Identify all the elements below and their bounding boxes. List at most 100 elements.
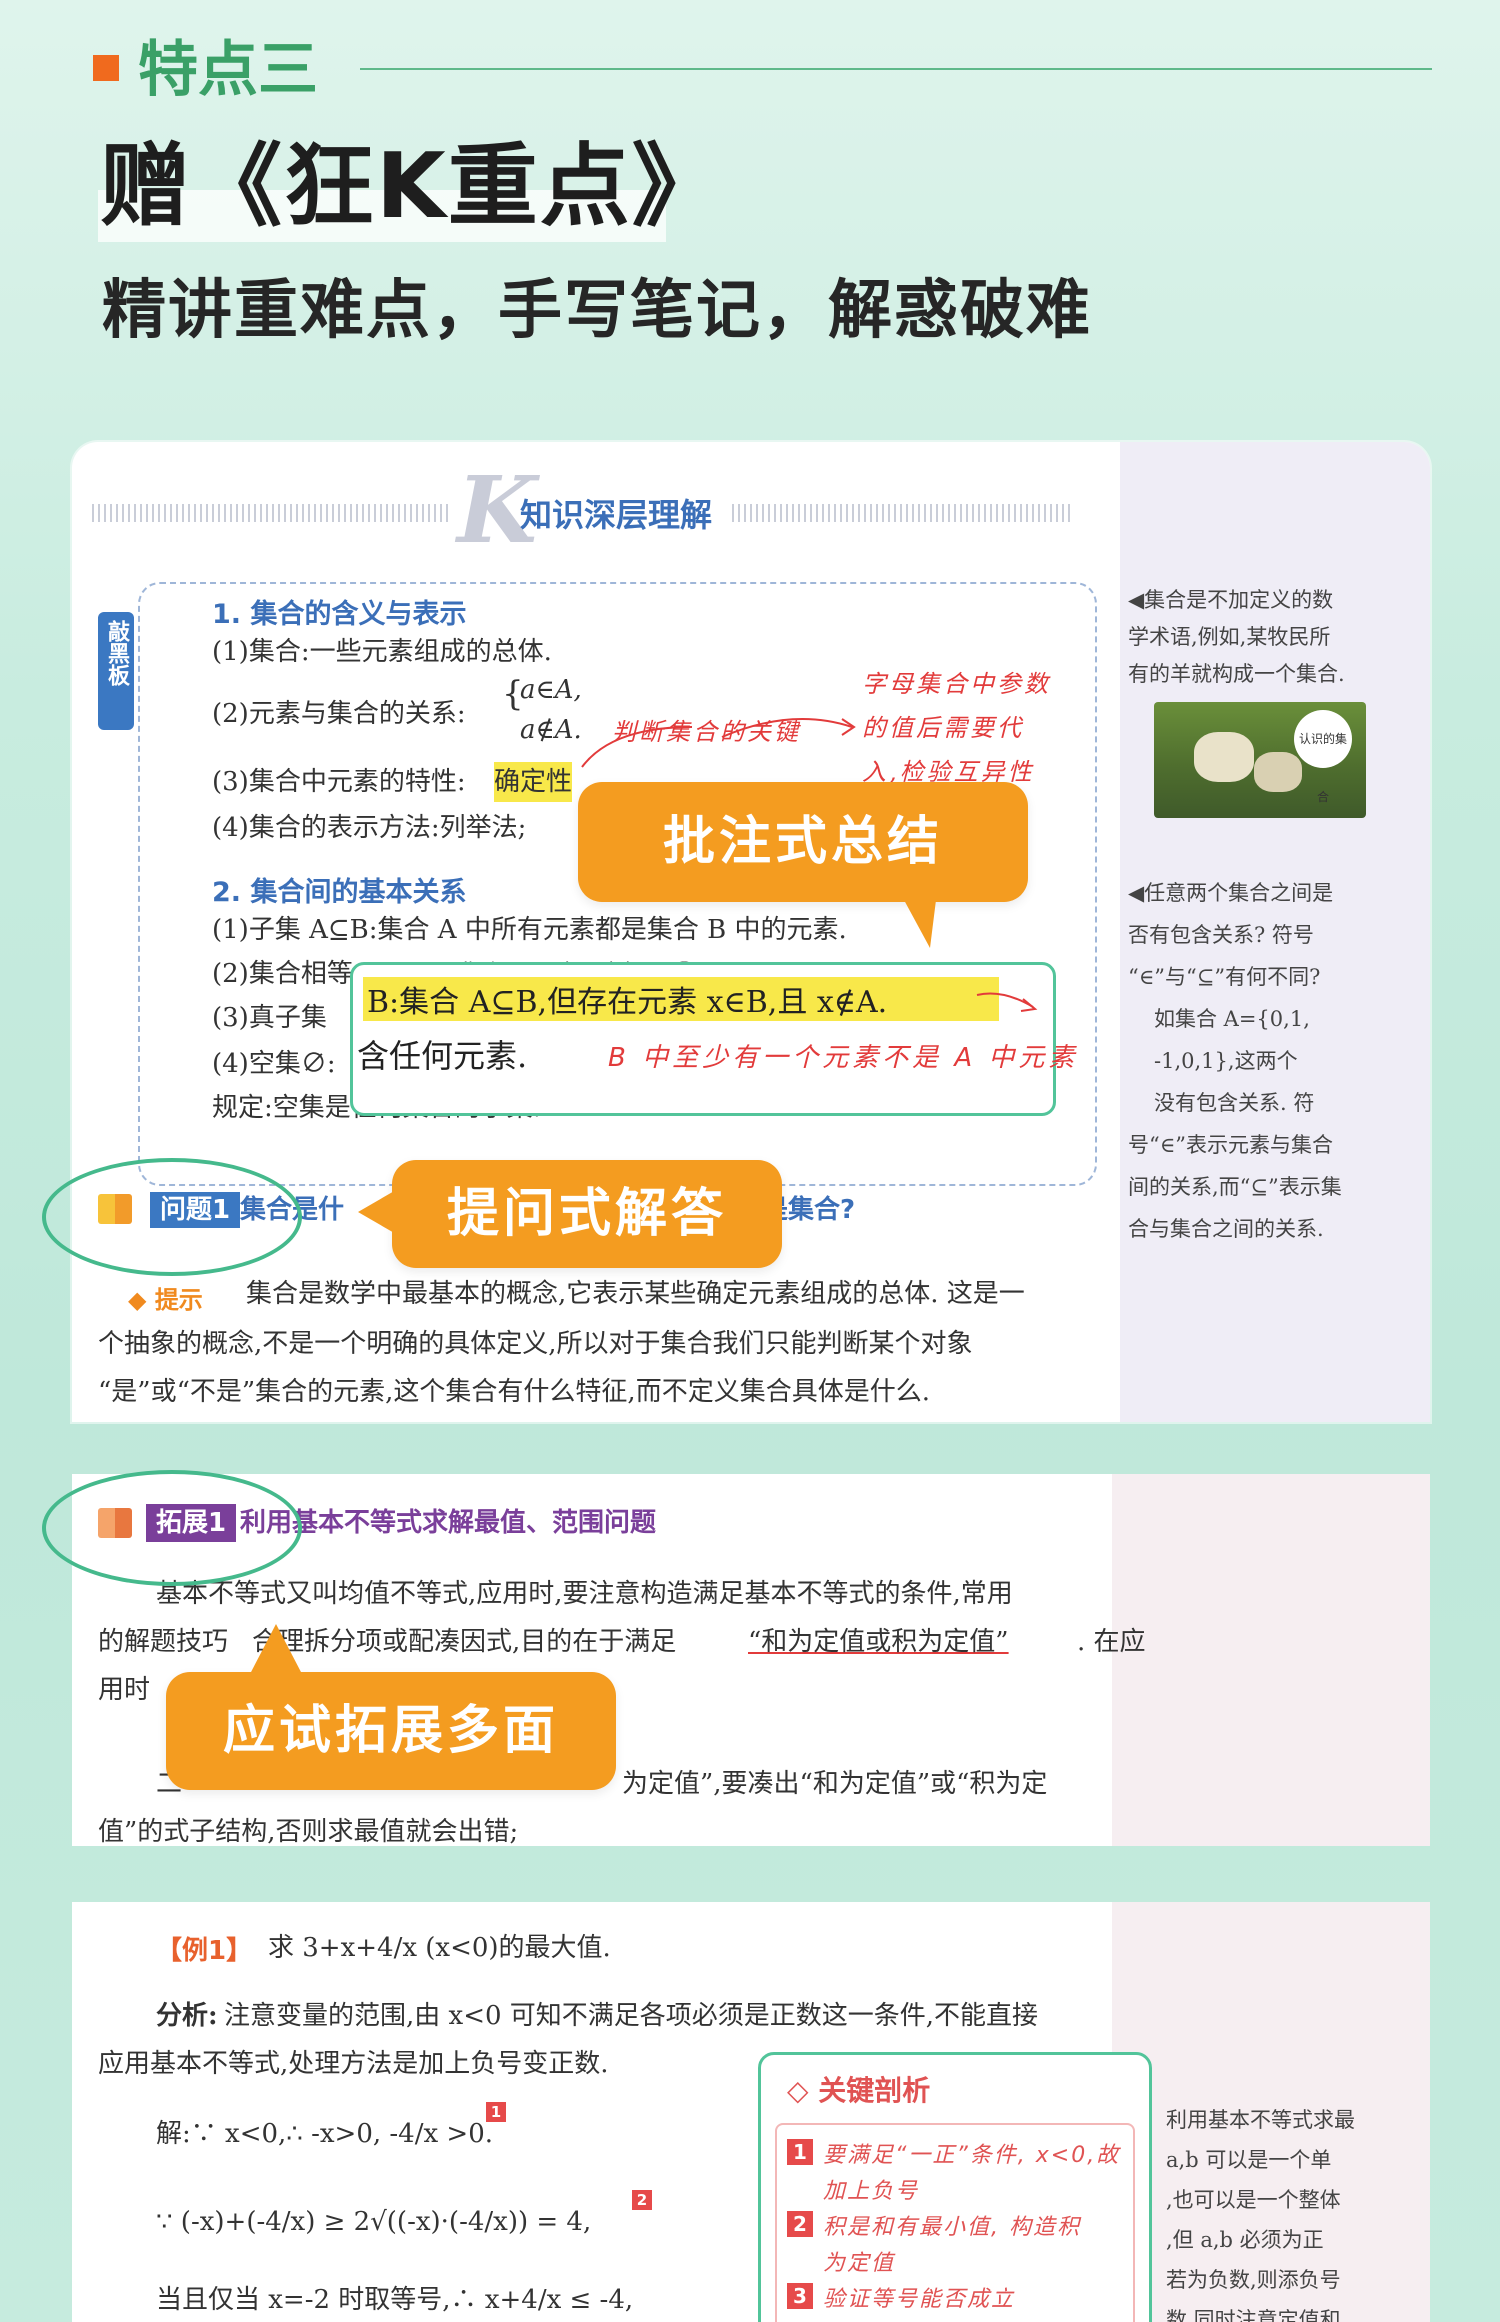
sidebar-line: 有的羊就构成一个集合.: [1128, 662, 1345, 686]
feature-marker: [93, 55, 119, 81]
step-badge: 3: [787, 2283, 813, 2309]
page-subtitle: 精讲重难点，手写笔记，解惑破难: [102, 274, 1092, 348]
sidebar-line: 否有包含关系? 符号: [1128, 923, 1314, 947]
sidebar-line: ,也可以是一个整体: [1166, 2188, 1341, 2212]
key-analysis-title: ◇ 关键剖析: [787, 2069, 930, 2109]
subsection-heading: 2. 集合间的基本关系: [212, 877, 467, 908]
bubble-tail: [250, 1624, 302, 1674]
text-line: (4)空集∅:: [212, 1049, 336, 1079]
callout-bubble-extension: 应试拓展多面: [166, 1672, 616, 1790]
text-line: (3)集合中元素的特性:: [212, 767, 466, 797]
sidebar-line: 间的关系,而“⊆”表示集: [1128, 1175, 1342, 1199]
callout-bubble-qa: 提问式解答: [392, 1160, 782, 1268]
hint-line: 集合是数学中最基本的概念,它表示某些确定元素组成的总体. 这是一: [246, 1279, 1025, 1309]
dotted-rule: [92, 504, 452, 522]
step-badge: 1: [787, 2139, 813, 2165]
text-line: . 在应: [1077, 1627, 1146, 1657]
sidebar-line: 学术语,例如,某牧民所: [1128, 625, 1331, 649]
sidebar-line: 若为负数,则添负号: [1166, 2268, 1341, 2292]
analysis-label: 分析:: [156, 2001, 218, 2031]
blackboard-tab-label: 敲黑板: [104, 620, 129, 686]
arrow-icon: [581, 718, 856, 768]
zoom-callout: B:集合 A⊆B,但存在元素 x∈B,且 x∉A. 含任何元素. B 中至少有一…: [350, 962, 1074, 1116]
sidebar-line: 没有包含关系. 符: [1154, 1091, 1315, 1115]
underlined-text: “和为定值或积为定值”: [748, 1627, 1009, 1657]
callout-line: B:集合 A⊆B,但存在元素 x∈B,且 x∉A.: [367, 985, 888, 1020]
handwritten-note: 的值后需要代: [862, 714, 1024, 742]
sheep-shape: [1194, 732, 1254, 782]
bubble-tail: [358, 1190, 396, 1234]
text-line: 值”的式子结构,否则求最值就会出错;: [98, 1817, 519, 1846]
tag-icon: ◇: [787, 2074, 809, 2107]
step-badge: 2: [632, 2190, 652, 2210]
page-title: 赠《狂K重点》: [100, 134, 724, 239]
text-line: (1)子集 A⊆B:集合 A 中所有元素都是集合 B 中的元素.: [212, 915, 847, 945]
hint-label-text: 提示: [154, 1286, 203, 1314]
text-line: (1)集合:一些元素组成的总体.: [212, 637, 552, 667]
sidebar-line: ,但 a,b 必须为正: [1166, 2228, 1324, 2252]
solution-line: 当且仅当 x=-2 时取等号,∴ x+4/x ≤ -4,: [156, 2285, 634, 2315]
key-item: 验证等号能否成立: [823, 2287, 1016, 2312]
page-sidebar: [1112, 1474, 1430, 1846]
dotted-rule: [732, 504, 1072, 522]
solution-line: ∵ (-x)+(-4/x) ≥ 2√((-x)·(-4/x)) = 4,: [156, 2207, 592, 2237]
sidebar-line: 合与集合之间的关系.: [1128, 1217, 1324, 1241]
highlight-oval: [42, 1158, 302, 1276]
sheep-shape: [1254, 752, 1302, 792]
header-rule: [360, 68, 1432, 70]
book-page-1: K 知识深层理解 敲黑板 1. 集合的含义与表示 (1)集合:一些元素组成的总体…: [72, 442, 1430, 1422]
highlight-text: 确定性: [494, 762, 573, 802]
text-line: (2)元素与集合的关系:: [212, 699, 466, 729]
sidebar-line: 如集合 A={0,1,: [1154, 1007, 1310, 1031]
key-item: 加上负号: [823, 2179, 920, 2204]
sidebar-note-1: ◀集合是不加定义的数 学术语,例如,某牧民所 有的羊就构成一个集合.: [1128, 582, 1345, 693]
callout-line: 含任何元素.: [357, 1037, 528, 1075]
book-page-3: 【例1】 求 3+x+4/x (x<0)的最大值. 分析: 注意变量的范围,由 …: [72, 1902, 1430, 2322]
handwritten-note: B 中至少有一个元素不是 A 中元素: [608, 1043, 1079, 1073]
hint-label: ◆ 提示: [128, 1286, 203, 1314]
sidebar-line: 利用基本不等式求最: [1166, 2108, 1355, 2132]
sidebar-line: 数,同时注意定值和: [1166, 2308, 1341, 2322]
text-line: (4)集合的表示方法:列举法;: [212, 813, 527, 843]
sidebar-note-3: 利用基本不等式求最 a,b 可以是一个单 ,也可以是一个整体 ,但 a,b 必须…: [1166, 2100, 1355, 2322]
text-line: 为定值”,要凑出“和为定值”或“积为定: [622, 1769, 1048, 1799]
sidebar-line: “∈”与“⊆”有何不同?: [1128, 965, 1321, 989]
step-badge: 2: [787, 2211, 813, 2237]
solution-line: 解:∵ x<0,∴ -x>0, -4/x >0.: [156, 2119, 493, 2149]
sidebar-note-2: ◀任意两个集合之间是 否有包含关系? 符号 “∈”与“⊆”有何不同? 如集合 A…: [1128, 872, 1342, 1250]
key-analysis-title-text: 关键剖析: [818, 2074, 931, 2107]
feature-label: 特点三: [138, 35, 318, 105]
handwritten-note: 字母集合中参数: [862, 670, 1051, 698]
example-label: 【例1】: [156, 1936, 253, 1966]
sidebar-line: a,b 可以是一个单: [1166, 2148, 1332, 2172]
key-item: 要满足“一正”条件, x<0,故: [823, 2143, 1121, 2168]
text-line: (2)集合相等: [212, 959, 353, 989]
bubble-tail: [904, 900, 936, 948]
sidebar-line: -1,0,1},这两个: [1154, 1049, 1298, 1073]
section-heading: 知识深层理解: [520, 496, 713, 534]
key-item: 为定值: [823, 2251, 896, 2276]
key-item: 积是和有最小值, 构造积: [823, 2215, 1081, 2240]
sidebar-line: ◀集合是不加定义的数: [1128, 588, 1334, 612]
extension-title: 利用基本不等式求解最值、范围问题: [240, 1508, 657, 1538]
text-line: (3)真子集: [212, 1003, 327, 1033]
key-analysis-box: ◇ 关键剖析 1 要满足“一正”条件, x<0,故 加上负号 2 积是和有最小值…: [758, 2052, 1152, 2322]
blackboard-tab: 敲黑板: [98, 612, 134, 730]
text-line: 用时: [98, 1675, 151, 1705]
example-text: 求 3+x+4/x (x<0)的最大值.: [268, 1933, 611, 1963]
sheep-photo: 认识的集合: [1154, 702, 1366, 818]
callout-bubble-annotation: 批注式总结: [578, 782, 1028, 902]
step-badge: 1: [486, 2102, 506, 2122]
hint-line: 个抽象的概念,不是一个明确的具体定义,所以对于集合我们只能判断某个对象: [98, 1329, 973, 1359]
text-line: 基本不等式又叫均值不等式,应用时,要注意构造满足基本不等式的条件,常用: [156, 1579, 1013, 1609]
photo-caption: 认识的集合: [1294, 710, 1352, 804]
text-line: 的解题技巧: [98, 1627, 229, 1657]
text-line: 合理拆分项或配凑因式,目的在于满足: [252, 1627, 677, 1657]
text-line: 注意变量的范围,由 x<0 可知不满足各项必须是正数这一条件,不能直接: [224, 2001, 1039, 2031]
sidebar-line: 号“∈”表示元素与集合: [1128, 1133, 1334, 1157]
sidebar-line: ◀任意两个集合之间是: [1128, 881, 1334, 905]
arrow-icon: [976, 992, 1038, 1012]
highlight-oval: [42, 1470, 302, 1586]
subsection-heading: 1. 集合的含义与表示: [212, 599, 467, 630]
hint-line: “是”或“不是”集合的元素,这个集合有什么特征,而不定义集合具体是什么.: [98, 1377, 930, 1407]
